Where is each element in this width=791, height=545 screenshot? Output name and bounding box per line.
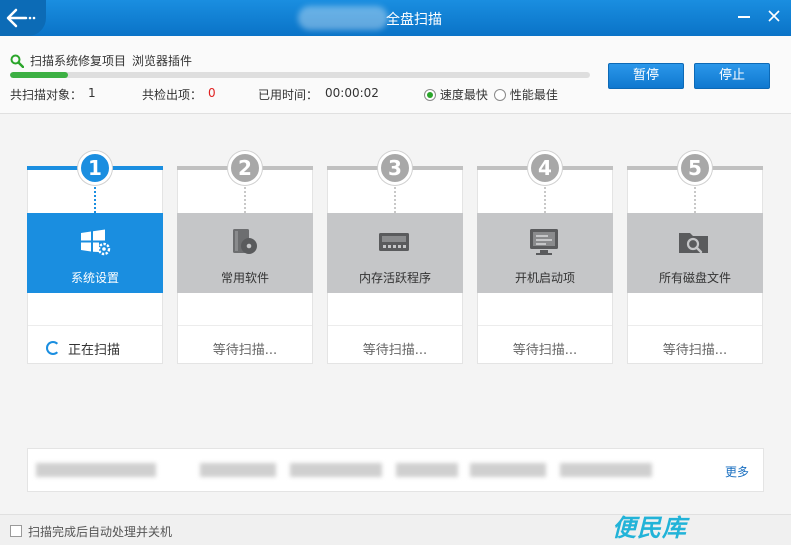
scan-info-panel: 扫描系统修复项目 浏览器插件 共扫描对象： 1 共检出项： 0 已用时间： 00…	[0, 36, 791, 114]
log-blurred-text	[36, 463, 156, 477]
software-disc-icon	[233, 229, 257, 254]
step-status: 正在扫描	[68, 343, 121, 358]
monitor-startup-icon	[530, 229, 558, 255]
more-link[interactable]: 更多	[725, 463, 749, 480]
step-label: 内存活跃程序	[358, 271, 431, 285]
log-blurred-text	[396, 463, 458, 477]
scan-current-line: 扫描系统修复项目 浏览器插件	[10, 52, 192, 69]
step-number-badge: 1	[78, 151, 112, 185]
step-divider	[478, 325, 612, 326]
step-card-5: 5 所有磁盘文件 等待扫描...	[627, 151, 763, 364]
step-label: 系统设置	[70, 271, 119, 285]
elapsed-time: 00:00:02	[325, 86, 379, 100]
memory-chip-icon	[379, 233, 409, 251]
objects-label: 共扫描对象：	[10, 88, 83, 102]
step-divider	[28, 325, 162, 326]
close-button[interactable]	[764, 6, 784, 26]
step-divider	[628, 325, 762, 326]
auto-shutdown-label[interactable]: 扫描完成后自动处理并关机	[28, 523, 172, 540]
step-number-badge: 5	[678, 151, 712, 185]
mode-perf-label: 性能最佳	[509, 88, 558, 102]
log-blurred-text	[560, 463, 652, 477]
log-blurred-text	[470, 463, 546, 477]
step-tile-common-software: 常用软件	[177, 213, 313, 293]
step-tile-startup-items: 开机启动项	[477, 213, 613, 293]
magnifier-icon	[10, 54, 24, 68]
objects-count: 1	[88, 86, 96, 100]
step-tile-system-settings: 系统设置	[27, 213, 163, 293]
stop-button[interactable]: 停止	[694, 63, 770, 89]
window-title: 全盘扫描	[386, 12, 442, 28]
step-status: 等待扫描...	[362, 343, 428, 358]
step-number-badge: 4	[528, 151, 562, 185]
mode-perf-option[interactable]: 性能最佳	[494, 86, 558, 103]
scanning-text: 扫描系统修复项目	[30, 54, 127, 68]
step-connector	[244, 187, 246, 213]
current-scan-item: 浏览器插件	[132, 54, 193, 68]
step-label: 所有磁盘文件	[658, 271, 731, 285]
issues-label: 共检出项：	[142, 88, 203, 102]
scan-log-box: 更多	[27, 448, 764, 492]
minimize-button[interactable]	[738, 16, 750, 18]
mode-fast-label: 速度最快	[439, 88, 488, 102]
step-connector	[94, 187, 96, 213]
mode-fast-option[interactable]: 速度最快	[424, 86, 488, 103]
windows-gear-icon	[81, 229, 111, 256]
log-blurred-text	[290, 463, 382, 477]
watermark-logo: 便民库	[612, 514, 687, 542]
elapsed-label: 已用时间：	[258, 88, 319, 102]
radio-fast[interactable]	[424, 89, 436, 101]
issues-count: 0	[208, 86, 216, 100]
scan-progress-fill	[10, 72, 68, 78]
scan-progress-bar	[10, 72, 590, 78]
radio-performance[interactable]	[494, 89, 506, 101]
title-blurred-region	[298, 6, 388, 30]
step-connector	[694, 187, 696, 213]
step-label: 常用软件	[220, 271, 269, 285]
step-card-2: 2 常用软件 等待扫描...	[177, 151, 313, 364]
step-label: 开机启动项	[514, 271, 575, 285]
step-card-3: 3 内存活跃程序 等待扫描...	[327, 151, 463, 364]
arrow-left-icon	[6, 8, 36, 28]
step-status: 等待扫描...	[212, 343, 278, 358]
step-connector	[394, 187, 396, 213]
title-bar: 全盘扫描	[0, 0, 791, 36]
step-divider	[178, 325, 312, 326]
pause-button[interactable]: 暂停	[608, 63, 684, 89]
log-blurred-text	[200, 463, 276, 477]
step-status: 等待扫描...	[662, 343, 728, 358]
step-tile-active-memory: 内存活跃程序	[327, 213, 463, 293]
folder-search-icon	[679, 233, 708, 254]
step-status: 等待扫描...	[512, 343, 578, 358]
step-card-1: 1 系统设置 正在扫描	[27, 151, 163, 364]
step-tile-all-disk-files: 所有磁盘文件	[627, 213, 763, 293]
close-icon	[768, 10, 780, 22]
auto-shutdown-checkbox[interactable]	[10, 525, 22, 537]
back-button[interactable]	[0, 0, 46, 36]
step-card-4: 4 开机启动项 等待扫描...	[477, 151, 613, 364]
step-number-badge: 3	[378, 151, 412, 185]
step-connector	[544, 187, 546, 213]
step-number-badge: 2	[228, 151, 262, 185]
step-divider	[328, 325, 462, 326]
